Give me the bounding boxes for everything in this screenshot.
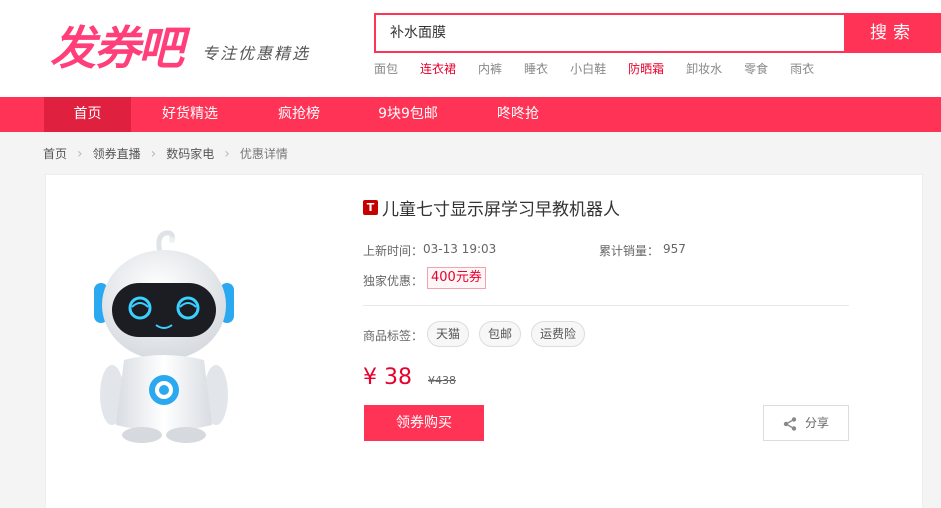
hot-word-link[interactable]: 防晒霜 — [628, 60, 664, 77]
hot-word-link[interactable]: 卸妆水 — [686, 60, 722, 77]
hot-search-words: 面包 连衣裙 内裤 睡衣 小白鞋 防晒霜 卸妆水 零食 雨衣 — [374, 60, 836, 77]
chevron-right-icon: › — [77, 145, 83, 162]
header: 发券吧 专注优惠精选 补水面膜 搜索 面包 连衣裙 内裤 睡衣 小白鞋 防晒霜 … — [0, 0, 941, 97]
divider — [363, 305, 849, 306]
tmall-icon: T — [363, 200, 378, 215]
logo-slogan: 专注优惠精选 — [202, 44, 311, 63]
price-row: ¥ 38 ¥438 — [363, 365, 456, 390]
search-button[interactable]: 搜索 — [844, 13, 941, 53]
nav-item-home[interactable]: 首页 — [44, 97, 131, 132]
share-label: 分享 — [804, 416, 829, 430]
chevron-right-icon: › — [150, 145, 157, 162]
hot-word-link[interactable]: 面包 — [374, 60, 398, 77]
sales-value: 957 — [663, 242, 686, 256]
nav-item-picks[interactable]: 好货精选 — [150, 97, 230, 132]
breadcrumb: 首页 › 领券直播 › 数码家电 › 优惠详情 — [43, 145, 288, 162]
share-button[interactable]: 分享 — [763, 405, 849, 441]
share-icon — [783, 416, 797, 431]
original-price: ¥438 — [427, 374, 456, 387]
product-image[interactable] — [94, 225, 234, 445]
sales-label: 累计销量： — [599, 244, 660, 258]
coupon-label: 独家优惠： — [363, 274, 424, 288]
tag-shipping-insurance[interactable]: 运费险 — [531, 321, 586, 347]
search-bar: 补水面膜 搜索 — [374, 13, 941, 53]
nav-item-hot-rank[interactable]: 疯抢榜 — [265, 97, 333, 132]
hot-word-link[interactable]: 睡衣 — [524, 60, 548, 77]
breadcrumb-home[interactable]: 首页 — [43, 145, 67, 162]
hot-word-link[interactable]: 内裤 — [478, 60, 502, 77]
current-price: ¥ 38 — [363, 365, 412, 390]
product-card: T 儿童七寸显示屏学习早教机器人 上新时间： 03-13 19:03 累计销量：… — [45, 174, 923, 508]
hot-word-link[interactable]: 零食 — [744, 60, 768, 77]
site-logo[interactable]: 发券吧 专注优惠精选 — [50, 18, 330, 78]
product-title[interactable]: 儿童七寸显示屏学习早教机器人 — [382, 195, 620, 220]
nav-item-flash[interactable]: 咚咚抢 — [488, 97, 548, 132]
hot-word-link[interactable]: 连衣裙 — [420, 60, 456, 77]
tag-tmall[interactable]: 天猫 — [427, 321, 470, 347]
get-coupon-buy-button[interactable]: 领券购买 — [364, 405, 484, 441]
product-title-row: T 儿童七寸显示屏学习早教机器人 — [363, 195, 620, 220]
main-nav: 首页 好货精选 疯抢榜 9块9包邮 咚咚抢 — [0, 97, 941, 132]
hot-word-link[interactable]: 雨衣 — [790, 60, 814, 77]
breadcrumb-current: 优惠详情 — [239, 147, 288, 161]
search-input[interactable]: 补水面膜 — [374, 13, 844, 53]
update-time-value: 03-13 19:03 — [423, 242, 497, 256]
hot-word-link[interactable]: 小白鞋 — [570, 60, 606, 77]
logo-wordmark: 发券吧 — [50, 21, 184, 75]
breadcrumb-live[interactable]: 领券直播 — [93, 145, 141, 162]
tags-label: 商品标签： — [363, 329, 424, 343]
breadcrumb-category[interactable]: 数码家电 — [166, 145, 214, 162]
chevron-right-icon: › — [224, 145, 230, 162]
nav-item-9-9[interactable]: 9块9包邮 — [370, 97, 446, 132]
tag-free-shipping[interactable]: 包邮 — [479, 321, 522, 347]
update-time-label: 上新时间： — [363, 244, 424, 258]
coupon-badge[interactable]: 400元券 — [427, 267, 486, 289]
